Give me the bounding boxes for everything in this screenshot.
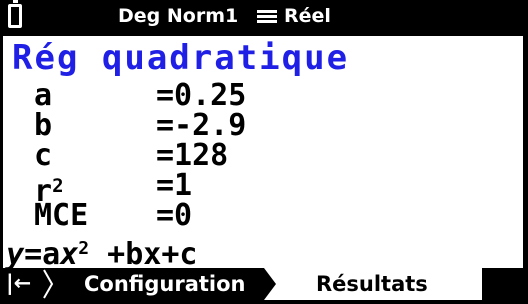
result-name: MCE: [34, 198, 89, 233]
battery-icon: [8, 0, 22, 28]
tab-end-shape: [482, 268, 522, 300]
chevron-right-icon: [43, 269, 54, 299]
screen-border-left: [0, 0, 3, 304]
tab-configuration[interactable]: Configuration: [56, 268, 266, 300]
tab-edge-shape: [264, 268, 276, 300]
back-arrow-icon: |←: [6, 271, 32, 295]
tab-results-label: Résultats: [316, 272, 428, 296]
angle-display-mode: Deg Norm1: [118, 5, 239, 27]
tab-results[interactable]: Résultats: [264, 268, 482, 300]
result-value: =0: [156, 198, 193, 233]
back-button[interactable]: |←: [0, 268, 48, 300]
result-row-c: c =128: [0, 140, 528, 172]
screen-border-bottom: [0, 300, 528, 304]
regression-formula: y=ax2 +bx+c: [6, 237, 198, 272]
calculator-screen: Deg Norm1 Réel Rég quadratique a =0.25 b…: [0, 0, 528, 304]
tab-configuration-label: Configuration: [84, 272, 246, 296]
function-key-bar: |← Configuration Résultats: [0, 268, 528, 300]
result-row-mce: MCE =0: [0, 200, 528, 232]
result-row-b: b =-2.9: [0, 110, 528, 142]
status-bar: Deg Norm1 Réel: [0, 0, 528, 36]
page-title: Rég quadratique: [12, 38, 350, 78]
result-name: c: [34, 138, 53, 173]
settings-menu-icon: [257, 10, 277, 24]
number-format: Réel: [284, 5, 331, 27]
result-row-a: a =0.25: [0, 80, 528, 112]
screen-border-right: [523, 0, 528, 304]
